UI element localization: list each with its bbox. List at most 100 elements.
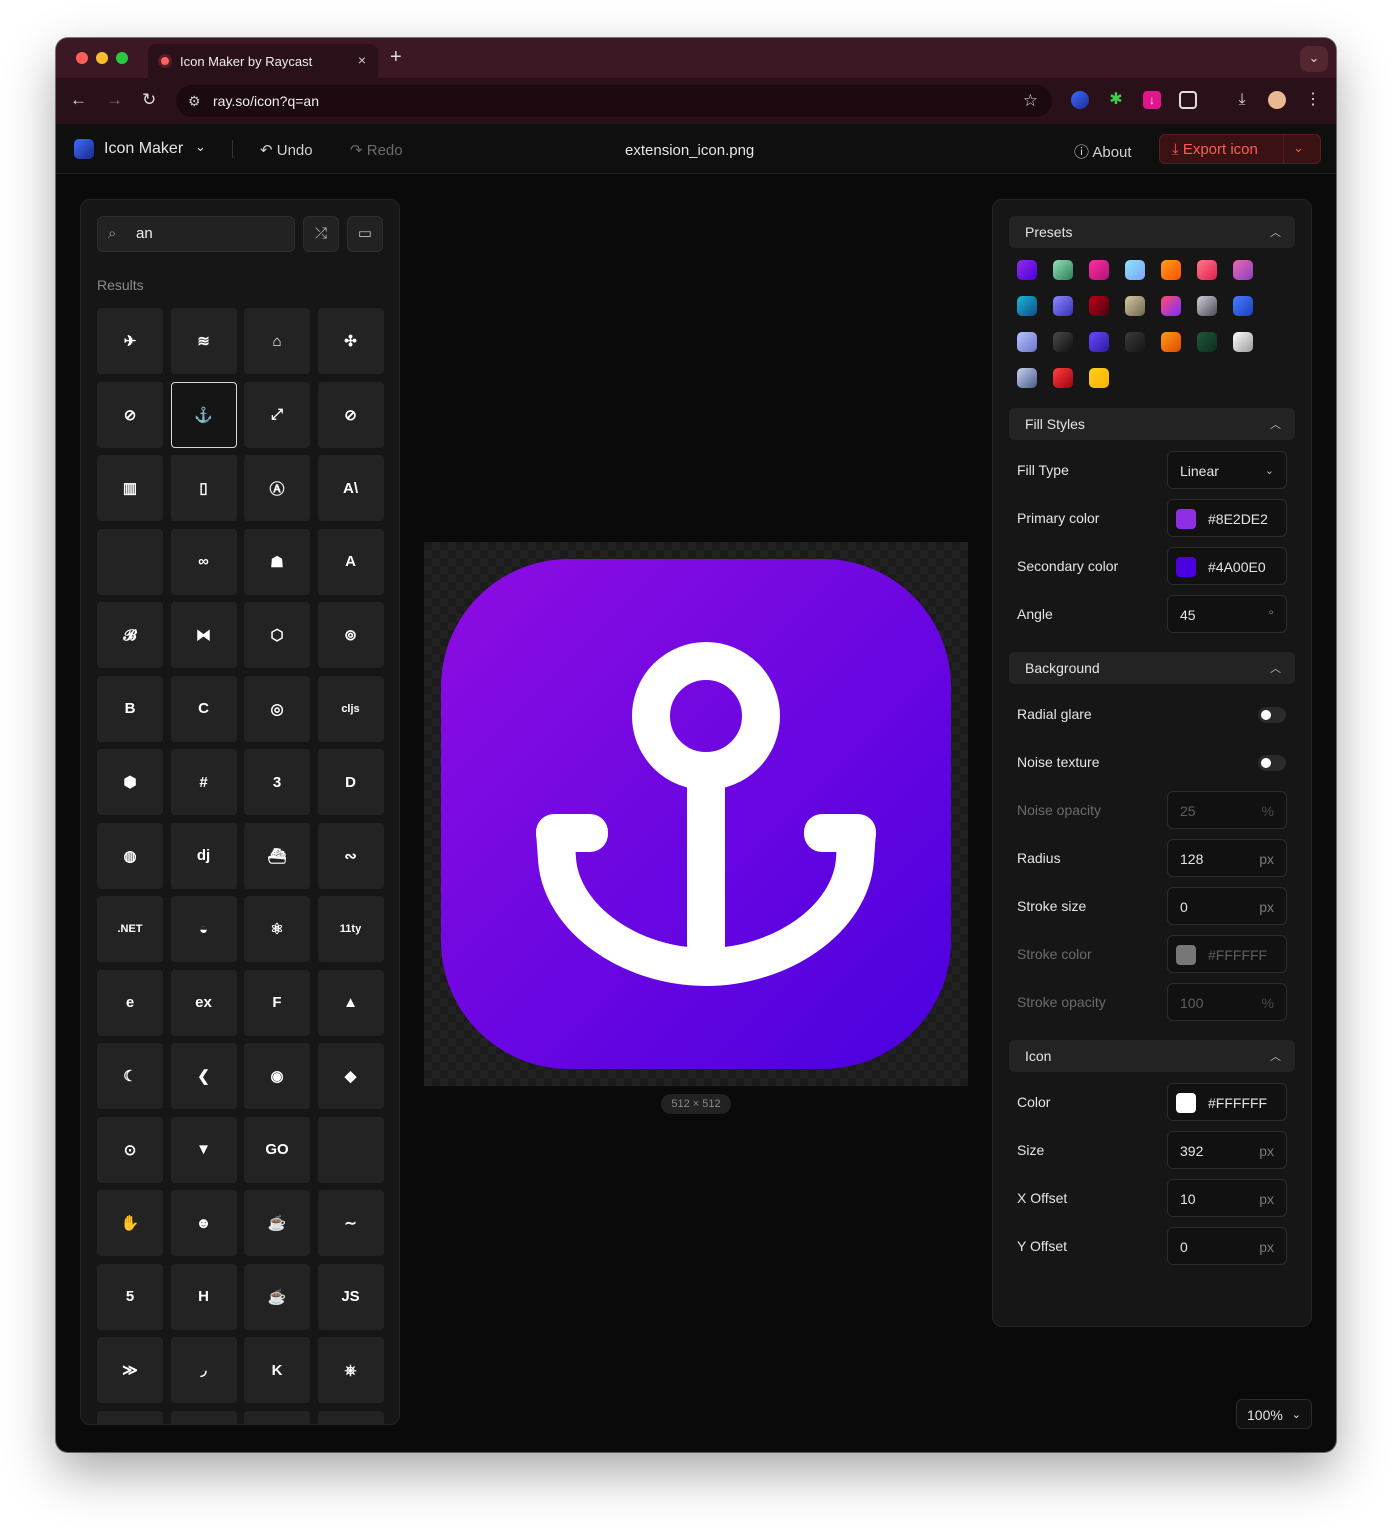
angle-input[interactable]: 45 ° [1167,595,1287,633]
icon-result-partial[interactable] [244,1410,310,1424]
crystal-icon[interactable]: ⬢ [97,749,163,815]
preset-swatch[interactable] [1053,296,1073,316]
preset-swatch[interactable] [1089,332,1109,352]
back-arrow-icon[interactable]: ← [70,90,87,110]
clojurescript-icon[interactable]: cljs [317,675,384,742]
preset-swatch[interactable] [1161,332,1181,352]
new-tab-icon[interactable]: + [390,46,402,69]
preset-swatch[interactable] [1053,332,1073,352]
blank-icon[interactable] [317,1116,384,1183]
preset-swatch[interactable] [1197,296,1217,316]
maximize-window-button[interactable] [116,52,128,64]
express-icon[interactable]: ex [170,969,237,1036]
american-football-icon[interactable]: ⊘ [97,381,163,448]
stroke-size-input[interactable]: 0 px [1167,887,1287,925]
browser-tab[interactable]: Icon Maker by Raycast × [148,44,378,78]
stroke-opacity-input[interactable]: 100 % [1167,983,1287,1021]
preset-swatch[interactable] [1197,260,1217,280]
jira-icon[interactable]: ≫ [97,1337,163,1403]
flask-icon[interactable]: ◉ [244,1043,310,1109]
git-icon[interactable]: ◆ [317,1043,384,1109]
preset-swatch[interactable] [1233,260,1253,280]
dotnet-icon[interactable]: .NET [97,896,163,962]
fill-type-select[interactable]: Linear ⌄ [1167,451,1287,489]
csharp-icon[interactable]: # [170,749,237,815]
github-icon[interactable]: ⊙ [97,1116,163,1183]
x-offset-input[interactable]: 10 px [1167,1179,1287,1217]
undo-button[interactable]: ↶ Undo [260,141,313,159]
preset-swatch[interactable] [1125,260,1145,280]
django-icon[interactable]: dj [170,822,237,889]
docker-icon[interactable]: ⛴ [244,822,310,889]
javascript-icon[interactable]: JS [317,1263,384,1330]
app-name[interactable]: Icon Maker [104,140,183,158]
arch-icon[interactable]: A [317,528,384,595]
preset-swatch[interactable] [1197,332,1217,352]
eleventy-icon[interactable]: 11ty [317,896,384,962]
address-bar[interactable]: ⚙ ray.so/icon?q=an ☆ [176,85,1052,117]
preset-swatch[interactable] [1161,260,1181,280]
flutter-moon-icon[interactable]: ☾ [97,1043,163,1109]
go-icon[interactable]: GO [244,1116,310,1183]
elementor-icon[interactable]: e [97,969,163,1036]
hyphen-icon[interactable]: ∼ [317,1190,384,1256]
search-field[interactable]: ⌕ [97,216,295,252]
preset-swatch[interactable] [1233,332,1253,352]
jquery-icon[interactable]: ◞ [170,1337,237,1403]
site-settings-icon[interactable]: ⚙ [188,93,201,110]
drupal-icon[interactable]: ◒ [170,896,237,962]
babel-icon[interactable]: 𝓑 [97,602,163,668]
browser-menu-icon[interactable]: ⋮ [1304,91,1322,109]
noise-opacity-input[interactable]: 25 % [1167,791,1287,829]
fill-styles-section-header[interactable]: Fill Styles ︿ [1009,408,1295,440]
airplane-landing-icon[interactable]: ≋ [170,308,237,374]
icon-result-partial[interactable] [317,1410,384,1424]
radius-input[interactable]: 128 px [1167,839,1287,877]
secondary-color-swatch[interactable] [1176,557,1196,577]
icon-section-header[interactable]: Icon ︿ [1009,1040,1295,1072]
preset-swatch[interactable] [1017,296,1037,316]
size-input[interactable]: 392 px [1167,1131,1287,1169]
gitlab-icon[interactable]: ▼ [170,1116,237,1183]
icon-color-field[interactable]: #FFFFFF [1167,1083,1287,1121]
minimize-window-button[interactable] [96,52,108,64]
airplane-takeoff-icon[interactable]: ⌂ [244,308,310,374]
reload-icon[interactable]: ↻ [142,90,156,110]
box-icon[interactable]: ⬡ [244,602,310,668]
close-window-button[interactable] [76,52,88,64]
search-input[interactable] [136,225,286,242]
profile-avatar[interactable] [1268,91,1286,109]
extension-shield-icon[interactable] [1071,91,1089,109]
anchor-icon[interactable]: ⚓ [170,381,237,448]
extension-download-icon[interactable]: ↓ [1143,91,1161,109]
redo-button[interactable]: ↷ Redo [350,141,403,159]
circleci-icon[interactable]: ◎ [244,675,310,742]
dapr-icon[interactable]: ◍ [97,822,163,889]
hedgehog-icon[interactable]: ☻ [170,1190,237,1256]
infinity-icon[interactable]: ∞ [170,528,237,595]
preset-swatch[interactable] [1125,296,1145,316]
primary-color-field[interactable]: #8E2DE2 [1167,499,1287,537]
icon-result-partial[interactable] [170,1410,237,1424]
preset-swatch[interactable] [1089,260,1109,280]
about-button[interactable]: ⓘ About [1074,141,1132,162]
chevron-down-icon[interactable]: ⌄ [195,139,206,155]
export-icon-button[interactable]: ⤓ Export icon ⌄ [1159,134,1321,164]
figma-icon[interactable]: F [244,969,310,1036]
bookmark-star-icon[interactable]: ☆ [1023,91,1038,111]
extensions-puzzle-icon[interactable] [1179,91,1197,109]
bootstrap-icon[interactable]: B [97,675,163,742]
blender-icon[interactable]: ⊚ [317,602,384,668]
file-name[interactable]: extension_icon.png [625,142,754,159]
extension-gear-icon[interactable]: ✱ [1107,91,1125,109]
flutter-icon[interactable]: ❮ [170,1043,237,1109]
icon-preview[interactable] [441,559,951,1069]
java-icon[interactable]: ☕ [244,1263,310,1330]
map-icon[interactable]: ▥ [97,455,163,521]
deepin-icon[interactable]: ∾ [317,822,384,889]
arrows-expand-icon[interactable]: ⤢ [244,381,310,448]
ansible-robot-icon[interactable]: ☗ [244,528,310,595]
kotlin-icon[interactable]: K [244,1337,310,1403]
html5-icon[interactable]: 5 [97,1263,163,1330]
preset-swatch[interactable] [1017,368,1037,388]
